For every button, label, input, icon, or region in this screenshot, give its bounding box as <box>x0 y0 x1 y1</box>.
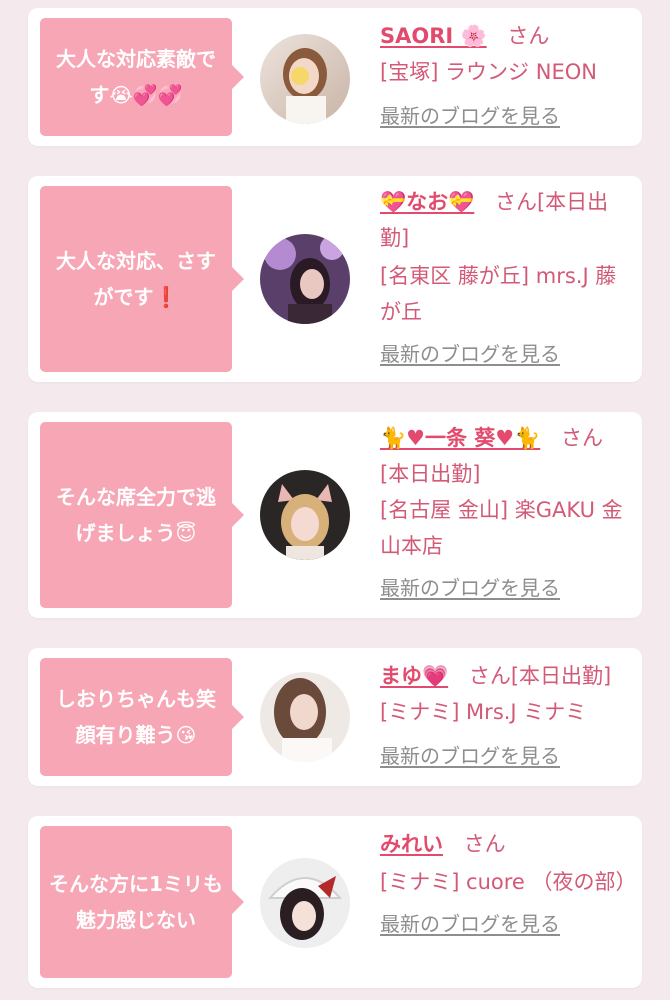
cast-name-link[interactable]: みれい <box>380 832 443 856</box>
cast-info: みれい さん [ミナミ] cuore （夜の部） 最新のブログを見る <box>380 826 637 942</box>
latest-blog-link[interactable]: 最新のブログを見る <box>380 570 560 606</box>
avatar-photo <box>260 858 350 948</box>
avatar-photo <box>260 34 350 124</box>
avatar-photo <box>260 470 350 560</box>
shop-name: [ミナミ] cuore （夜の部） <box>380 870 637 894</box>
cast-info: 🐈♥一条 葵♥🐈 さん [本日出勤] [名古屋 金山] 楽GAKU 金山本店 最… <box>380 420 632 606</box>
shop-name: [名東区 藤が丘] mrs.J 藤が丘 <box>380 264 617 324</box>
cast-info: まゆ💗 さん[本日出勤] [ミナミ] Mrs.J ミナミ 最新のブログを見る <box>380 658 632 774</box>
cast-card: 大人な対応素敵です😭💞💞 SAORI 🌸 さん [宝塚] ラウンジ NEON 最… <box>28 8 642 146</box>
message-text: しおりちゃんも笑顔有り難う😘 <box>56 687 216 747</box>
latest-blog-link[interactable]: 最新のブログを見る <box>380 738 560 774</box>
avatar[interactable] <box>260 672 350 762</box>
cast-name-link[interactable]: 💝なお💝 <box>380 190 474 214</box>
cast-name-link[interactable]: 🐈♥一条 葵♥🐈 <box>380 426 540 450</box>
honorific: さん <box>560 426 603 450</box>
cast-card: しおりちゃんも笑顔有り難う😘 まゆ💗 さん[本日出勤] [ミナミ] Mrs.J … <box>28 648 642 786</box>
message-bubble: しおりちゃんも笑顔有り難う😘 <box>40 658 244 776</box>
cast-card: そんな方に1ミリも魅力感じない みれい さん [ミナミ] cuore （夜の部）… <box>28 816 642 988</box>
shop-name: [ミナミ] Mrs.J ミナミ <box>380 700 587 724</box>
message-bubble: 大人な対応素敵です😭💞💞 <box>40 18 244 136</box>
avatar[interactable] <box>260 858 350 948</box>
cast-info: 💝なお💝 さん[本日出勤] [名東区 藤が丘] mrs.J 藤が丘 最新のブログ… <box>380 184 632 372</box>
message-text: そんな席全力で逃げましょう😇 <box>56 485 216 545</box>
status-detail: [本日出勤] <box>380 462 481 486</box>
cast-name-link[interactable]: SAORI 🌸 <box>380 24 487 48</box>
cast-card: 大人な対応、さすがです❗ 💝なお💝 さん[本日出勤] [名東区 藤が丘] mrs… <box>28 176 642 382</box>
message-bubble: そんな方に1ミリも魅力感じない <box>40 826 244 978</box>
message-text: そんな方に1ミリも魅力感じない <box>49 872 223 932</box>
cast-info: SAORI 🌸 さん [宝塚] ラウンジ NEON 最新のブログを見る <box>380 18 632 134</box>
latest-blog-link[interactable]: 最新のブログを見る <box>380 336 560 372</box>
cast-name-link[interactable]: まゆ💗 <box>380 664 448 688</box>
honorific: さん <box>494 190 537 214</box>
avatar[interactable] <box>260 34 350 124</box>
message-text: 大人な対応、さすがです❗ <box>56 249 216 309</box>
latest-blog-link[interactable]: 最新のブログを見る <box>380 98 560 134</box>
message-text: 大人な対応素敵です😭💞💞 <box>56 47 216 107</box>
cast-card: そんな席全力で逃げましょう😇 🐈♥一条 葵♥🐈 さん [本日出勤] [名古屋 金… <box>28 412 642 618</box>
status-detail: [本日出勤] <box>510 664 612 688</box>
avatar-photo <box>260 672 350 762</box>
message-bubble: 大人な対応、さすがです❗ <box>40 186 244 372</box>
honorific: さん <box>463 832 506 856</box>
latest-blog-link[interactable]: 最新のブログを見る <box>380 906 560 942</box>
shop-name: [名古屋 金山] 楽GAKU 金山本店 <box>380 498 623 558</box>
shop-name: [宝塚] ラウンジ NEON <box>380 60 597 84</box>
avatar[interactable] <box>260 234 350 324</box>
honorific: さん <box>468 664 511 688</box>
avatar-photo <box>260 234 350 324</box>
honorific: さん <box>507 24 550 48</box>
avatar[interactable] <box>260 470 350 560</box>
message-bubble: そんな席全力で逃げましょう😇 <box>40 422 244 608</box>
